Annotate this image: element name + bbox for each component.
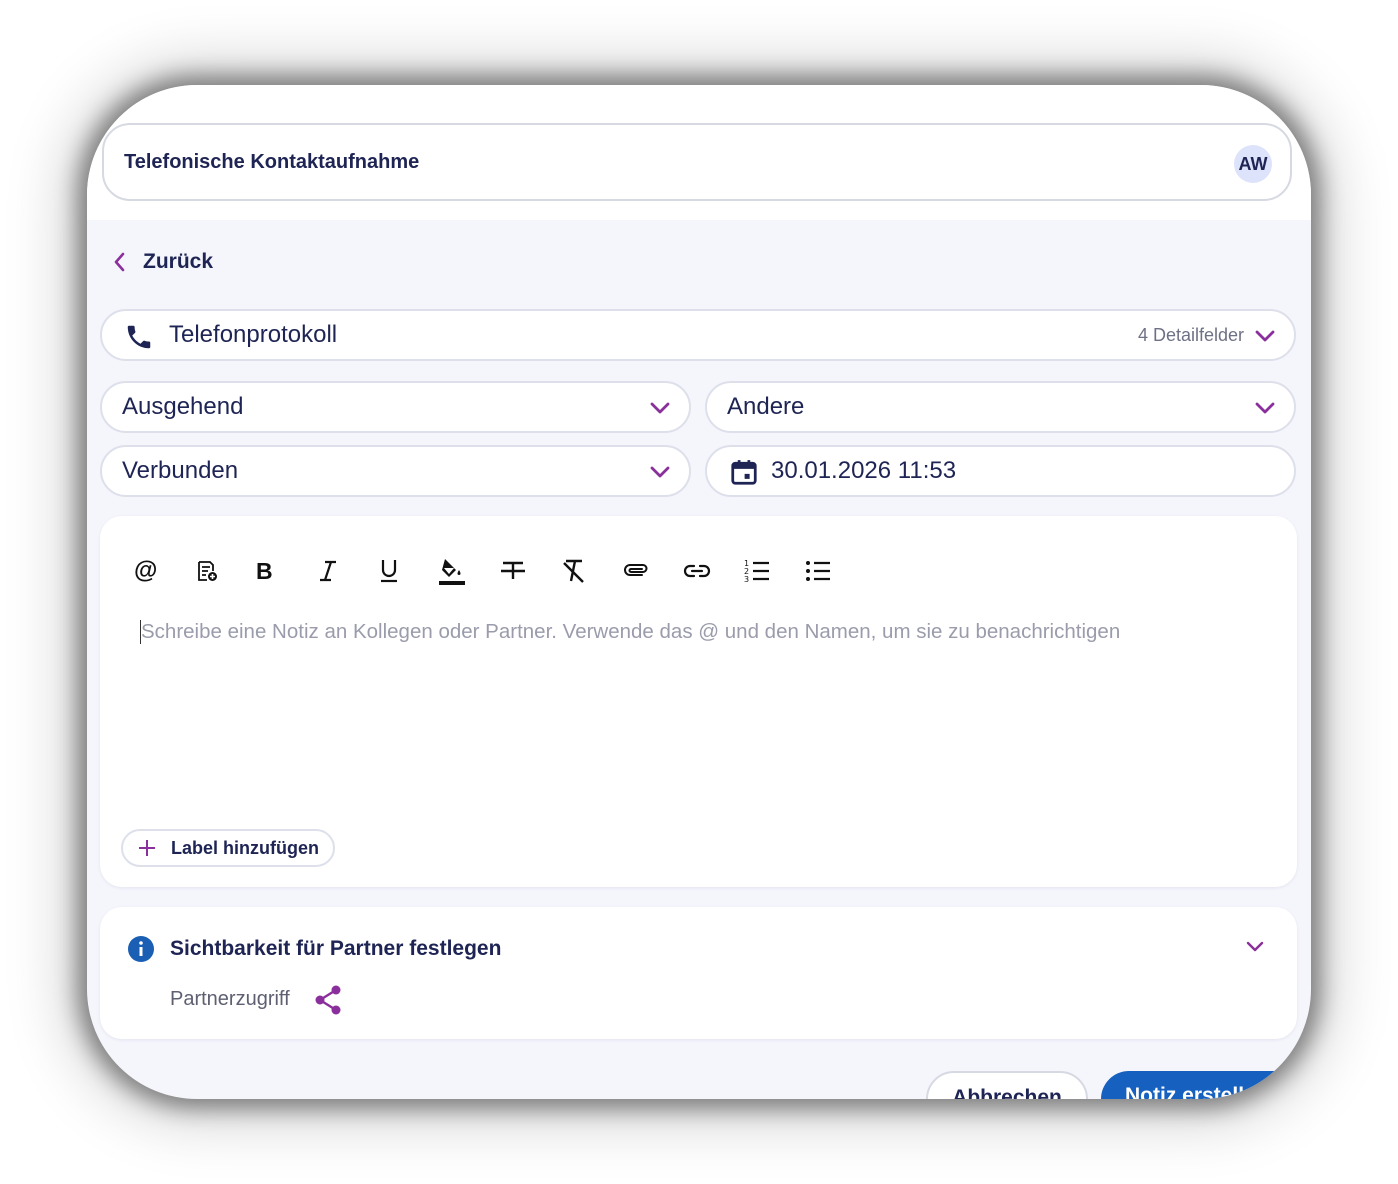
avatar[interactable]: AW <box>1234 145 1272 183</box>
call-status-select[interactable]: Verbunden <box>100 445 691 497</box>
chevron-down-icon[interactable] <box>1254 325 1276 347</box>
template-icon <box>198 561 217 581</box>
paperclip-icon <box>624 564 648 576</box>
direction-value: Ausgehend <box>122 393 244 420</box>
call-status-value: Verbunden <box>122 457 239 484</box>
datetime-input[interactable]: 30.01.2026 11:53 <box>705 445 1296 497</box>
at-icon: @ <box>134 557 158 584</box>
bullet-list-icon <box>806 561 830 581</box>
italic-button[interactable] <box>313 556 374 586</box>
link-button[interactable] <box>679 556 740 586</box>
partner-visibility-panel: Sichtbarkeit für Partner festlegen Partn… <box>100 907 1297 1039</box>
visibility-title: Sichtbarkeit für Partner festlegen <box>170 937 502 960</box>
info-icon <box>128 936 154 962</box>
note-type-value: Telefonprotokoll <box>169 321 338 348</box>
calendar-icon <box>731 460 757 485</box>
underline-icon <box>381 560 397 583</box>
chevron-left-icon <box>114 252 125 272</box>
editor-toolbar: @ B 1 2 3 <box>130 556 862 586</box>
note-type-select[interactable]: Telefonprotokoll 4 Detailfelder <box>100 309 1296 361</box>
clear-format-button[interactable] <box>557 556 618 586</box>
ordered-list-icon: 1 2 3 <box>744 559 769 584</box>
detail-fields-count[interactable]: 4 Detailfelder <box>1138 325 1244 346</box>
highlight-button[interactable] <box>435 556 496 586</box>
share-icon[interactable] <box>314 985 342 1015</box>
mention-button[interactable]: @ <box>130 556 191 586</box>
note-editor: @ B 1 2 3 Schreibe eine Notiz an Kollege… <box>100 516 1297 887</box>
svg-text:3: 3 <box>744 575 749 584</box>
italic-icon <box>320 560 336 582</box>
topic-value: Andere <box>727 393 805 420</box>
link-icon <box>683 564 711 578</box>
partner-access-label: Partnerzugriff <box>170 988 290 1010</box>
topic-select[interactable]: Andere <box>705 381 1296 433</box>
underline-button[interactable] <box>374 556 435 586</box>
page-title: Telefonische Kontaktaufnahme <box>124 151 420 173</box>
attachment-button[interactable] <box>618 556 679 586</box>
create-note-button[interactable]: Notiz erstellen <box>1101 1071 1301 1099</box>
back-button[interactable]: Zurück <box>113 250 213 274</box>
strike-icon <box>501 561 525 579</box>
bullet-list-button[interactable] <box>801 556 862 586</box>
title-bar: Telefonische Kontaktaufnahme AW <box>102 123 1292 201</box>
bold-button[interactable]: B <box>252 556 313 586</box>
chevron-down-icon <box>1255 402 1275 414</box>
cancel-button[interactable]: Abbrechen <box>926 1071 1088 1099</box>
ordered-list-button[interactable]: 1 2 3 <box>740 556 801 586</box>
template-button[interactable] <box>191 556 252 586</box>
back-label: Zurück <box>143 250 214 273</box>
dialog-frame: Telefonische Kontaktaufnahme AW Zurück T… <box>87 85 1311 1099</box>
direction-select[interactable]: Ausgehend <box>100 381 691 433</box>
note-textarea[interactable]: Schreibe eine Notiz an Kollegen oder Par… <box>140 620 1120 644</box>
datetime-value: 30.01.2026 11:53 <box>771 457 957 484</box>
phone-icon <box>127 325 151 349</box>
clear-format-icon <box>563 559 584 583</box>
strikethrough-button[interactable] <box>496 556 557 586</box>
chevron-down-icon <box>650 402 670 414</box>
chevron-down-icon <box>650 466 670 478</box>
bold-icon: B <box>256 557 273 584</box>
add-label-button[interactable]: Label hinzufügen <box>121 829 335 867</box>
add-label-text: Label hinzufügen <box>171 837 319 858</box>
chevron-down-icon[interactable] <box>1245 937 1265 957</box>
plus-icon <box>139 840 155 856</box>
fill-icon <box>439 559 465 585</box>
